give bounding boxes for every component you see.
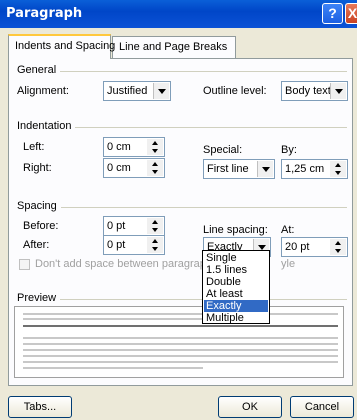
special-select[interactable]: First line [203, 159, 275, 179]
outline-level-select[interactable]: Body text [281, 81, 348, 101]
spin-buttons [330, 239, 346, 255]
left-indent-label: Left: [23, 141, 45, 153]
cancel-button[interactable]: Cancel [290, 396, 354, 418]
spin-down-icon[interactable] [147, 226, 163, 234]
preview-divider [17, 299, 347, 300]
preview-following-line [23, 367, 203, 369]
chevron-down-icon[interactable] [330, 83, 346, 99]
line-spacing-label: Line spacing: [203, 224, 268, 236]
spin-down-icon[interactable] [147, 147, 163, 155]
right-indent-spinner[interactable]: 0 cm [103, 158, 165, 178]
after-label: After: [23, 239, 50, 251]
help-button[interactable]: ? [322, 3, 343, 24]
tab-line-and-page-breaks[interactable]: Line and Page Breaks [112, 36, 236, 58]
spacing-divider [17, 207, 347, 208]
special-label: Special: [203, 144, 243, 156]
dont-add-space-tail: yle [281, 258, 296, 270]
indentation-heading: Indentation [17, 120, 76, 132]
spin-down-icon[interactable] [147, 168, 163, 176]
line-spacing-option-selected[interactable]: Exactly [204, 300, 268, 312]
spin-up-icon[interactable] [147, 160, 163, 168]
spin-down-icon[interactable] [330, 169, 346, 177]
left-indent-spinner[interactable]: 0 cm [103, 137, 165, 157]
paragraph-dialog: Paragraph ? X Indents and Spacing Line a… [0, 0, 357, 420]
preview-following-line [23, 361, 338, 363]
spin-up-icon[interactable] [147, 237, 163, 245]
tabs-button[interactable]: Tabs... [8, 396, 72, 418]
dialog-title: Paragraph [6, 6, 83, 21]
line-spacing-option[interactable]: 1.5 lines [204, 264, 268, 276]
line-spacing-option[interactable]: Double [204, 276, 268, 288]
outline-level-label: Outline level: [203, 85, 267, 97]
at-spinner[interactable]: 20 pt [281, 237, 348, 257]
general-divider [17, 71, 347, 72]
alignment-label: Alignment: [17, 85, 69, 97]
by-label: By: [281, 144, 297, 156]
close-button[interactable]: X [345, 3, 357, 24]
preview-following-line [23, 355, 338, 357]
preview-following-line [23, 343, 338, 345]
spin-up-icon[interactable] [330, 239, 346, 247]
spin-buttons [147, 218, 163, 234]
before-value: 0 pt [107, 220, 126, 232]
spin-up-icon[interactable] [147, 218, 163, 226]
preview-previous-line [23, 313, 338, 315]
preview-previous-line [23, 318, 223, 320]
right-indent-value: 0 cm [107, 162, 131, 174]
tab-indents-and-spacing[interactable]: Indents and Spacing [8, 34, 115, 59]
spin-buttons [330, 161, 346, 177]
preview-heading: Preview [17, 292, 61, 304]
at-value: 20 pt [285, 241, 310, 253]
before-spinner[interactable]: 0 pt [103, 216, 165, 236]
spin-buttons [147, 139, 163, 155]
spin-buttons [147, 160, 163, 176]
by-value: 1,25 cm [285, 163, 325, 175]
dont-add-space-checkbox[interactable] [19, 259, 30, 270]
line-spacing-option[interactable]: Multiple [204, 312, 268, 324]
spin-down-icon[interactable] [147, 245, 163, 253]
outline-level-value: Body text [285, 85, 331, 97]
spin-down-icon[interactable] [330, 247, 346, 255]
spacing-heading: Spacing [17, 200, 61, 212]
line-spacing-dropdown[interactable]: Single 1.5 lines Double At least Exactly… [202, 250, 270, 324]
preview-following-line [23, 337, 338, 339]
special-value: First line [207, 163, 249, 175]
at-label: At: [281, 224, 295, 236]
chevron-down-icon[interactable] [257, 161, 273, 177]
spin-up-icon[interactable] [147, 139, 163, 147]
line-spacing-option[interactable]: At least [204, 288, 268, 300]
after-value: 0 pt [107, 239, 126, 251]
ok-button[interactable]: OK [218, 396, 282, 418]
preview-sample-line [23, 325, 338, 327]
preview-pane [14, 306, 344, 378]
alignment-select[interactable]: Justified [103, 81, 171, 101]
preview-following-line [23, 349, 338, 351]
by-spinner[interactable]: 1,25 cm [281, 159, 348, 179]
spin-buttons [147, 237, 163, 253]
right-indent-label: Right: [23, 162, 52, 174]
chevron-down-icon[interactable] [153, 83, 169, 99]
left-indent-value: 0 cm [107, 141, 131, 153]
alignment-value: Justified [107, 85, 148, 97]
spin-up-icon[interactable] [330, 161, 346, 169]
after-spinner[interactable]: 0 pt [103, 235, 165, 255]
general-heading: General [17, 64, 61, 76]
dont-add-space-label: Don't add space between paragraph [35, 258, 213, 270]
line-spacing-option[interactable]: Single [204, 252, 268, 264]
title-bar[interactable]: Paragraph ? X [0, 0, 357, 28]
before-label: Before: [23, 220, 59, 232]
